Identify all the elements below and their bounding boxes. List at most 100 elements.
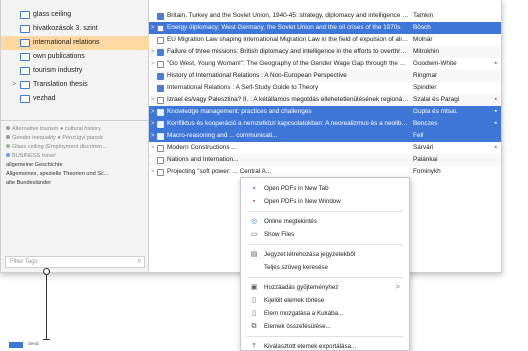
- menu-item-label: Show Files: [264, 231, 295, 238]
- table-row[interactable]: > Konfliktus és kooperáció a nemzetközi k…: [149, 118, 501, 130]
- tag-entry[interactable]: Alternative tourism ● cultural history: [6, 125, 144, 134]
- table-row[interactable]: History of International Relations : A N…: [149, 70, 501, 82]
- diagram-connector: [46, 273, 47, 339]
- table-row[interactable]: > Knowledge management: practices and cha…: [149, 106, 501, 118]
- menu-item-label: Kijelölt elemek törlése: [264, 297, 325, 304]
- item-title: Konfliktus és kooperáció a nemzetközi ka…: [167, 120, 409, 127]
- menu-item[interactable]: Teljes szöveg keresése: [241, 261, 409, 274]
- table-row[interactable]: > Energy diplomacy: West Germany, the Sov…: [149, 22, 501, 34]
- row-expand-icon[interactable]: >: [151, 106, 155, 118]
- pdf-attachment-icon[interactable]: ▪: [495, 118, 497, 130]
- tag-selector: Alternative tourism ● cultural history Ge…: [1, 120, 149, 252]
- collection-item[interactable]: tourism industry: [1, 64, 149, 78]
- row-expand-icon[interactable]: >: [151, 166, 155, 178]
- book-icon: [157, 133, 164, 140]
- pdf-attachment-icon[interactable]: ▪: [495, 58, 497, 70]
- note-icon: ▤: [250, 251, 258, 258]
- document-icon: [157, 97, 164, 104]
- item-creator: Sárvári: [413, 144, 434, 151]
- table-row[interactable]: > "Go West, Young Woman!": The Geography …: [149, 58, 501, 70]
- table-row[interactable]: > Failure of three missions: British dipl…: [149, 46, 501, 58]
- chevron-right-icon[interactable]: >: [12, 78, 16, 92]
- menu-item[interactable]: ▣ Hozzáadás gyűjteményhez >: [241, 281, 409, 294]
- row-expand-icon[interactable]: >: [151, 118, 155, 130]
- collection-label: hivatkozások 3. szint: [33, 25, 98, 32]
- menu-item[interactable]: ▪ Open PDFs in New Tab: [241, 182, 409, 195]
- menu-item[interactable]: ⧉ Elemek összefésülése...: [241, 320, 409, 333]
- row-expand-icon[interactable]: >: [151, 46, 155, 58]
- row-expand-icon[interactable]: >: [151, 142, 155, 154]
- row-expand-icon[interactable]: >: [151, 22, 155, 34]
- menu-item-label: Open PDFs in New Tab: [264, 185, 329, 192]
- diagram-tick: [43, 339, 50, 340]
- collection-item[interactable]: > Translation thesis: [1, 78, 149, 92]
- item-creator: Tamkin: [413, 12, 434, 19]
- table-row[interactable]: Britain, Turkey and the Soviet Union, 19…: [149, 10, 501, 22]
- item-creator: Goodwin-White: [413, 60, 457, 67]
- taskbar-app-icon[interactable]: [9, 342, 23, 348]
- document-icon: [157, 157, 164, 164]
- menu-item[interactable]: ▤ Jegyzet létrehozása jegyzetekből: [241, 248, 409, 261]
- collection-item[interactable]: hivatkozások 3. szint: [1, 22, 149, 36]
- menu-item[interactable]: ▭ Show Files: [241, 228, 409, 241]
- row-expand-icon[interactable]: >: [151, 94, 155, 106]
- pdf-attachment-icon[interactable]: ▪: [495, 106, 497, 118]
- pdf-attachment-icon[interactable]: ▪: [495, 94, 497, 106]
- document-icon: [157, 61, 164, 68]
- folder-icon: [20, 25, 30, 33]
- item-title: History of International Relations : A N…: [167, 72, 347, 79]
- menu-item[interactable]: ⤒ Kiválasztott elemek exportálása...: [241, 340, 409, 351]
- tag-entry[interactable]: Gender inequality ● Pénzügyi piacok: [6, 134, 144, 143]
- table-row[interactable]: EU Migration Law shaping international M…: [149, 34, 501, 46]
- item-creator: Fell: [413, 132, 424, 139]
- menu-item-label: Kiválasztott elemek exportálása...: [264, 343, 357, 350]
- collection-item[interactable]: glass ceiling: [1, 8, 149, 22]
- row-expand-icon[interactable]: >: [151, 58, 155, 70]
- row-expand-icon[interactable]: >: [151, 130, 155, 142]
- menu-item[interactable]: ◎ Online megtekintés: [241, 215, 409, 228]
- item-creator: Bösch: [413, 24, 431, 31]
- trash-icon: ▯: [252, 297, 256, 304]
- menu-item[interactable]: ▯ Kijelölt elemek törlése: [241, 294, 409, 307]
- document-icon: [157, 37, 164, 44]
- table-row[interactable]: International Relations : A Self-Study G…: [149, 82, 501, 94]
- tag-entry[interactable]: Glass ceiling (Employment discrimin...: [6, 143, 144, 152]
- menu-item[interactable]: ▪ Open PDFs in New Window: [241, 195, 409, 208]
- book-icon: [157, 73, 164, 80]
- book-icon: [157, 85, 164, 92]
- item-creator: Szalai és Paragi: [413, 96, 460, 103]
- tag-entry[interactable]: BUSINESS travel: [6, 152, 144, 161]
- pdf-attachment-icon[interactable]: ▪: [495, 142, 497, 154]
- tag-entry[interactable]: Allgemeines, spezielle Theorien und Sc..…: [6, 170, 144, 179]
- tag-filter-input[interactable]: Filter Tags ▿: [5, 256, 145, 268]
- item-title: Modern Constructions ...: [167, 144, 237, 151]
- table-row[interactable]: Nations and Internation... Palánkai: [149, 154, 501, 166]
- bin-icon: ▯: [252, 310, 256, 317]
- tag-entry[interactable]: alte Bundesländer: [6, 179, 144, 188]
- diagram-node: [43, 268, 50, 275]
- context-menu: ▪ Open PDFs in New Tab ▪ Open PDFs in New W…: [240, 177, 410, 351]
- collection-label: tourism industry: [33, 67, 83, 74]
- menu-item-label: Elem mozgatása a Kukába...: [264, 310, 344, 317]
- item-creator: Mitrokhin: [413, 48, 439, 55]
- book-icon: [157, 109, 164, 116]
- table-row[interactable]: > Modern Constructions ... Sárvári ▪: [149, 142, 501, 154]
- tag-label: BUSINESS travel: [12, 153, 56, 159]
- menu-item[interactable]: ▯ Elem mozgatása a Kukába...: [241, 307, 409, 320]
- item-creator: Palánkai: [413, 156, 438, 163]
- item-creator: Ringmar: [413, 72, 438, 79]
- collection-item[interactable]: vezhad: [1, 92, 149, 106]
- tag-entry[interactable]: allgemeine Geschichte: [6, 161, 144, 170]
- collection-item[interactable]: international relations: [1, 36, 149, 50]
- tag-label: Alternative tourism ● cultural history: [12, 126, 101, 132]
- folder-icon: ▭: [250, 231, 258, 238]
- menu-separator: [247, 211, 403, 212]
- menu-item-label: Open PDFs in New Window: [264, 198, 341, 205]
- table-row[interactable]: > Izrael és/vagy Palesztina? II. : A kétá…: [149, 94, 501, 106]
- collection-label: Translation thesis: [33, 81, 88, 88]
- tag-color-dot-icon: [6, 153, 10, 157]
- filter-menu-icon[interactable]: ▿: [137, 257, 141, 267]
- table-row[interactable]: > Macro-reasoning and ... communicati... F…: [149, 130, 501, 142]
- pdf-icon: ▪: [252, 185, 256, 192]
- collection-item[interactable]: own publications: [1, 50, 149, 64]
